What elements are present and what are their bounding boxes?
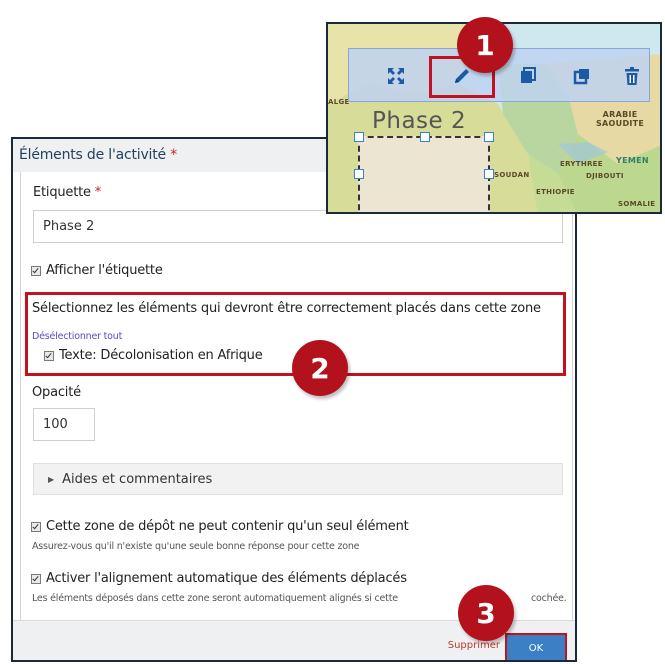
delete-link[interactable]: Supprimer: [448, 640, 500, 651]
checkbox-checked-icon[interactable]: [31, 573, 41, 584]
show-label-text: Afficher l'étiquette: [46, 263, 163, 278]
caret-right-icon: ▶: [48, 474, 55, 484]
resize-handle[interactable]: [420, 132, 430, 142]
help-comments-accordion[interactable]: ▶ Aides et commentaires: [33, 463, 563, 495]
auto-align-hint-start: Les éléments déposés dans cette zone ser…: [32, 593, 398, 604]
resize-handle[interactable]: [354, 169, 364, 179]
duplicate-icon[interactable]: [569, 63, 595, 89]
label-field-label: Etiquette *: [33, 185, 101, 200]
trash-icon[interactable]: [619, 63, 645, 89]
step-badge-2: 2: [292, 340, 348, 396]
resize-handle[interactable]: [354, 132, 364, 142]
required-mark: *: [94, 185, 102, 200]
map-label-alge: ALGE: [328, 98, 350, 106]
single-element-hint: Assurez-vous qu'il n'existe qu'une seule…: [32, 541, 360, 552]
drop-zone[interactable]: [354, 132, 494, 212]
dialog-title-text: Éléments de l'activité: [19, 147, 166, 163]
expand-icon[interactable]: [383, 63, 409, 89]
activity-elements-dialog: Éléments de l'activité * Etiquette * Pha…: [11, 137, 577, 662]
copy-icon[interactable]: [515, 63, 541, 89]
map-label-yemen: YEMEN: [616, 156, 649, 165]
opacity-label: Opacité: [32, 385, 81, 400]
map-label-erythree: ERYTHREE: [560, 160, 603, 168]
step-badge-1: 1: [457, 17, 513, 73]
step-badge-3: 3: [458, 585, 514, 641]
resize-handle[interactable]: [484, 169, 494, 179]
map-label-arabie: ARABIE SAOUDITE: [596, 110, 645, 128]
checkbox-checked-icon[interactable]: [31, 521, 41, 532]
label-input[interactable]: Phase 2: [33, 210, 563, 243]
single-element-text: Cette zone de dépôt ne peut contenir qu'…: [46, 519, 409, 534]
opacity-input-value: 100: [43, 417, 68, 432]
required-mark: *: [170, 147, 178, 163]
map-label-soudan: SOUDAN: [494, 171, 530, 179]
label-input-value: Phase 2: [43, 219, 95, 234]
map-label-djibouti: DJIBOUTI: [586, 172, 624, 180]
zone-label: Phase 2: [372, 108, 467, 134]
show-label-checkbox[interactable]: Afficher l'étiquette: [31, 263, 163, 278]
opacity-input[interactable]: 100: [33, 408, 95, 441]
auto-align-text: Activer l'alignement automatique des élé…: [46, 571, 407, 586]
ok-button[interactable]: OK: [505, 633, 567, 660]
label-field-label-text: Etiquette: [33, 185, 91, 200]
dialog-panel: Etiquette * Phase 2 Afficher l'étiquette…: [20, 172, 573, 620]
resize-handle[interactable]: [484, 132, 494, 142]
auto-align-hint-end: cochée.: [531, 593, 567, 604]
checkbox-checked-icon[interactable]: [31, 265, 41, 276]
accordion-label: Aides et commentaires: [62, 471, 213, 487]
single-element-checkbox[interactable]: Cette zone de dépôt ne peut contenir qu'…: [31, 519, 409, 534]
dialog-title: Éléments de l'activité *: [19, 147, 177, 163]
map-label-somalie: SOMALIE: [618, 200, 656, 208]
map-label-ethiopie: ETHIOPIE: [536, 188, 575, 196]
auto-align-checkbox[interactable]: Activer l'alignement automatique des élé…: [31, 571, 407, 586]
